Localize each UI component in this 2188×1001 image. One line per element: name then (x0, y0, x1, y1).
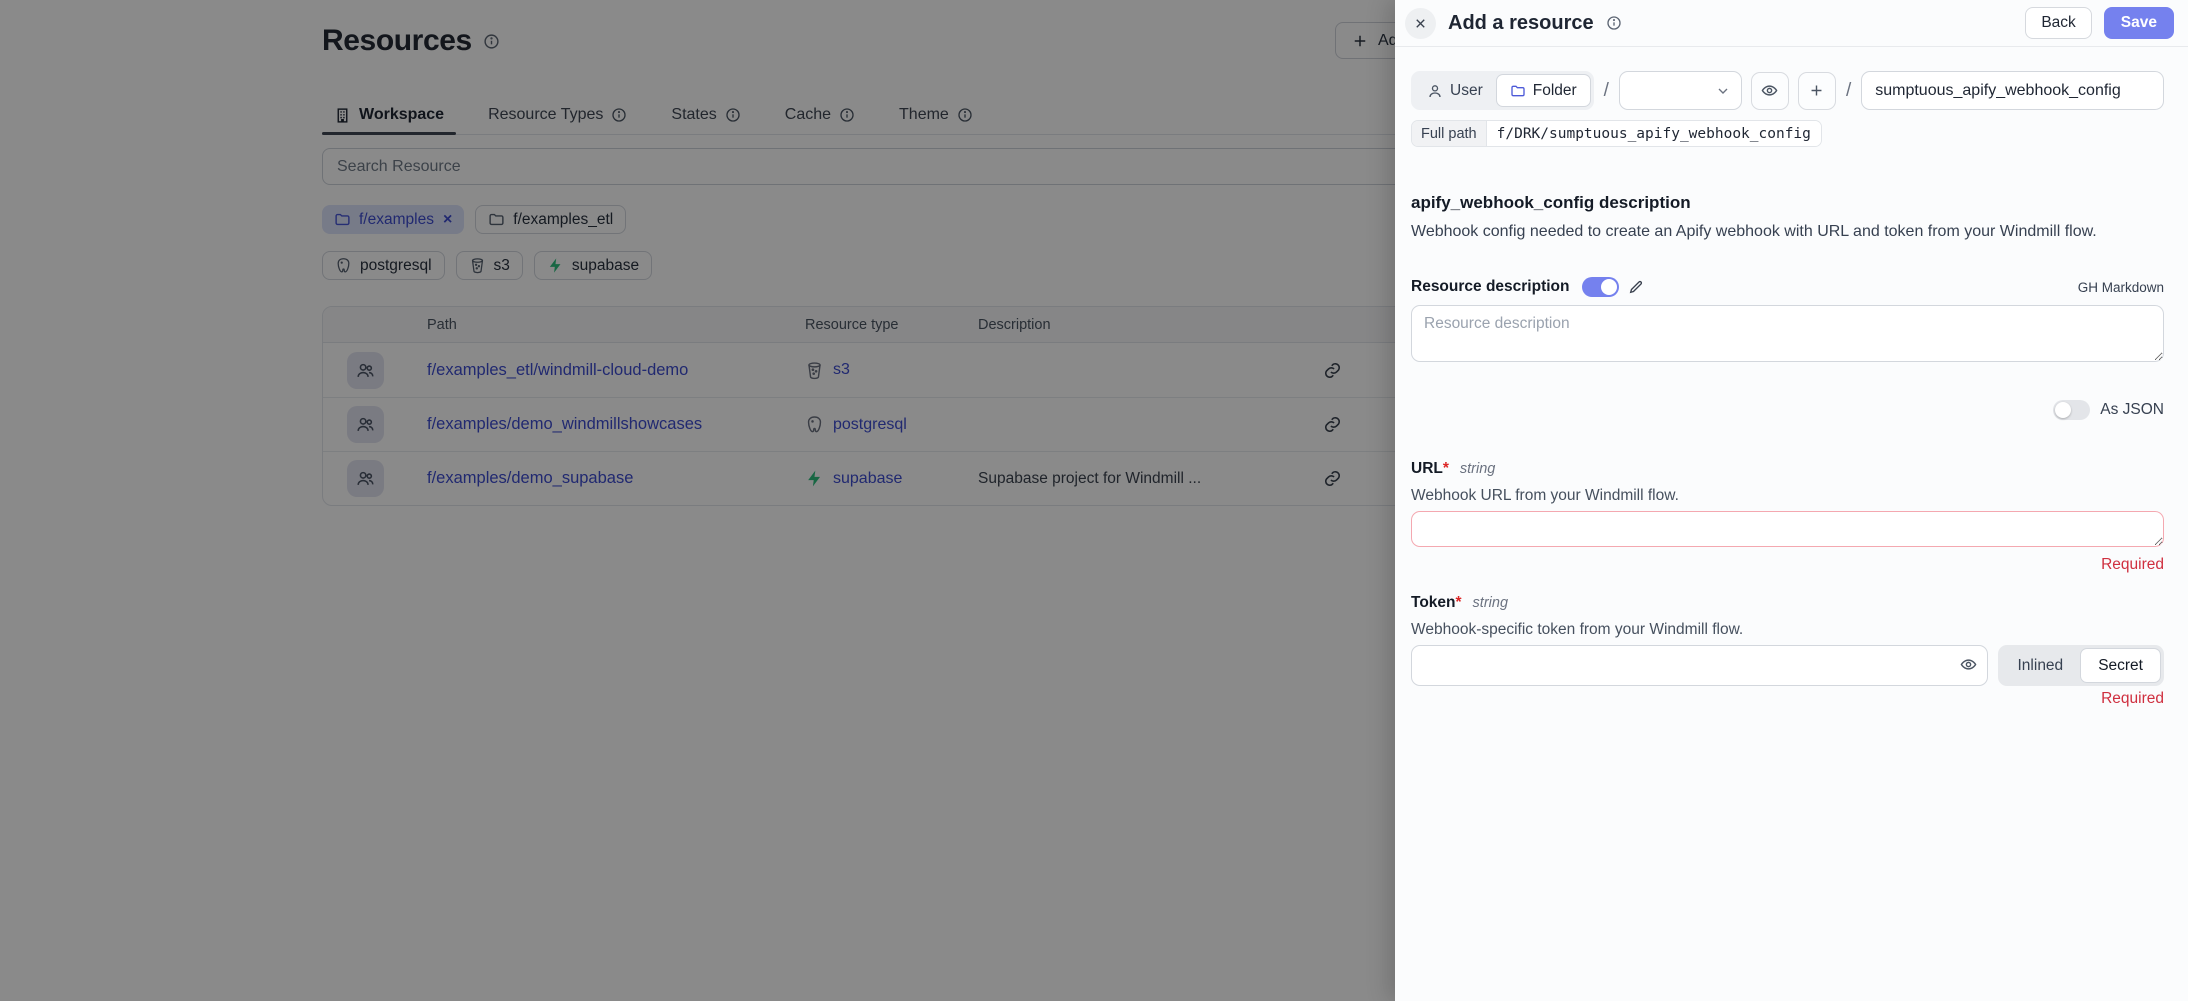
resource-type-heading: apify_webhook_config description (1411, 193, 2164, 213)
resource-type-subtext: Webhook config needed to create an Apify… (1411, 223, 2164, 241)
token-input[interactable] (1411, 645, 1988, 686)
close-button[interactable] (1405, 8, 1436, 39)
markdown-hint: GH Markdown (2078, 280, 2164, 295)
url-field: URL* string Webhook URL from your Windmi… (1411, 460, 2164, 574)
folder-icon (1510, 83, 1526, 99)
url-type: string (1460, 461, 1495, 477)
resource-name-input[interactable] (1861, 71, 2164, 110)
description-textarea[interactable] (1411, 305, 2164, 362)
token-inlined-option[interactable]: Inlined (2001, 648, 2081, 683)
user-icon (1427, 83, 1443, 99)
drawer-title: Add a resource (1448, 12, 1594, 35)
as-json-label: As JSON (2100, 401, 2164, 419)
full-path-value: f/DRK/sumptuous_apify_webhook_config (1487, 121, 1821, 146)
new-folder-button[interactable] (1798, 72, 1836, 110)
resource-path-builder: User Folder / (1411, 71, 2164, 110)
chevron-down-icon (1715, 83, 1731, 99)
path-separator: / (1603, 80, 1610, 102)
url-input[interactable] (1411, 511, 2164, 547)
token-label: Token (1411, 594, 1456, 611)
as-json-toggle[interactable] (2053, 400, 2090, 420)
token-type: string (1473, 595, 1508, 611)
drawer-header: Add a resource Back Save (1395, 0, 2188, 47)
add-resource-drawer: Add a resource Back Save User Fol (1395, 0, 2188, 1001)
url-help: Webhook URL from your Windmill flow. (1411, 487, 2164, 505)
folder-select[interactable] (1619, 71, 1742, 110)
description-label: Resource description (1411, 278, 1570, 296)
url-required-error: Required (1411, 556, 2164, 574)
token-field: Token* string Webhook-specific token fro… (1411, 594, 2164, 708)
as-json-row: As JSON (1411, 400, 2164, 420)
view-members-button[interactable] (1751, 72, 1789, 110)
close-icon (1413, 16, 1428, 31)
save-button[interactable]: Save (2104, 7, 2174, 39)
owner-kind-user[interactable]: User (1414, 74, 1496, 107)
back-button[interactable]: Back (2025, 7, 2091, 39)
required-star: * (1456, 594, 1462, 611)
full-path-label: Full path (1412, 121, 1487, 146)
token-storage-toggle: Inlined Secret (1998, 645, 2165, 686)
plus-icon (1808, 82, 1825, 99)
description-label-row: Resource description GH Markdown (1411, 277, 2164, 297)
description-preview-toggle[interactable] (1582, 277, 1619, 297)
resource-type-section: apify_webhook_config description Webhook… (1411, 193, 2164, 241)
full-path: Full path f/DRK/sumptuous_apify_webhook_… (1411, 120, 1822, 147)
url-label: URL (1411, 460, 1443, 477)
owner-kind-folder[interactable]: Folder (1496, 74, 1591, 107)
info-icon (1606, 15, 1622, 31)
required-star: * (1443, 460, 1449, 477)
token-help: Webhook-specific token from your Windmil… (1411, 621, 2164, 639)
eye-icon[interactable] (1960, 656, 1977, 673)
token-required-error: Required (1411, 690, 2164, 708)
token-secret-option[interactable]: Secret (2080, 648, 2161, 683)
owner-kind-toggle: User Folder (1411, 71, 1594, 110)
pencil-icon[interactable] (1628, 279, 1644, 295)
path-separator: / (1845, 80, 1852, 102)
eye-icon (1761, 82, 1778, 99)
drawer-body: User Folder / (1395, 47, 2188, 1001)
